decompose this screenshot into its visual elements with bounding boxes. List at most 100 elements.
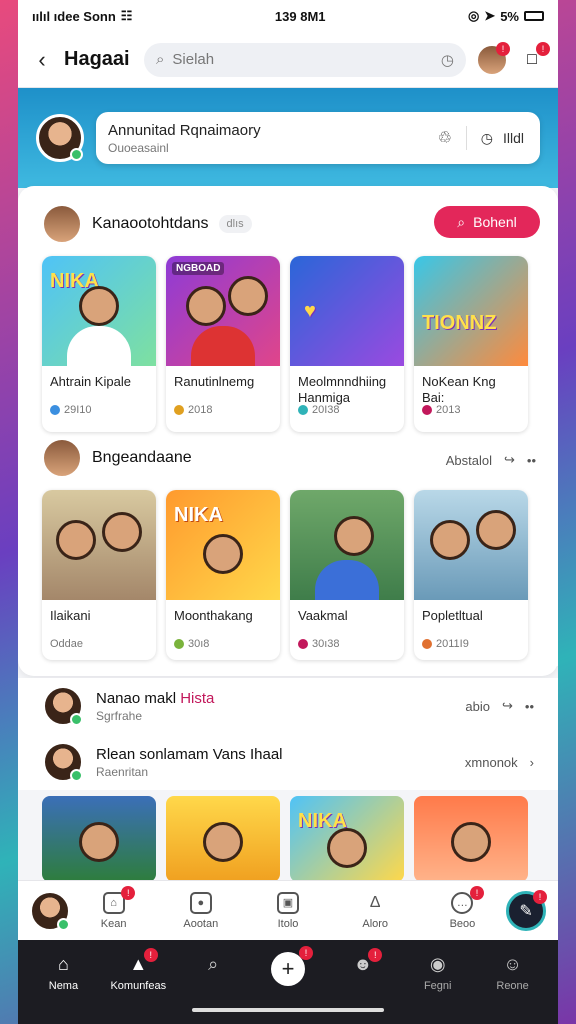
nav-games[interactable]: ◉ Fegni bbox=[400, 952, 475, 993]
location-icon: ➤ bbox=[484, 8, 496, 23]
nav-create[interactable]: +! bbox=[251, 946, 326, 986]
tab-label: Kean bbox=[100, 917, 127, 930]
nav-badge: ! bbox=[143, 948, 158, 962]
user-avatar bbox=[42, 741, 84, 783]
time-label[interactable]: Illdl bbox=[503, 130, 524, 146]
top-bar: ‹ Hagaai ⌕ Sielah ◷ ! □ ! bbox=[18, 32, 558, 88]
tab-photos[interactable]: ▣ Itolo bbox=[244, 891, 331, 930]
status-subtitle: Ouoeasainl bbox=[108, 140, 169, 155]
list-item-title-text: Nanao makl bbox=[96, 689, 181, 707]
card-meta: 30ı38 bbox=[312, 638, 340, 650]
media-card[interactable]: ♥ Meolmnndhiing Hanmiga 20I38 bbox=[290, 256, 404, 432]
share-icon[interactable]: ↪ bbox=[504, 452, 515, 468]
person-image bbox=[79, 286, 119, 326]
more-icon[interactable]: •• bbox=[527, 453, 536, 468]
card-tag: NGBOAD bbox=[172, 262, 225, 275]
person-image bbox=[186, 286, 226, 326]
card-thumbnail: NIKA bbox=[166, 490, 280, 600]
section-title: Kanaootohtdans bbox=[92, 215, 209, 232]
media-thumbnail[interactable] bbox=[414, 796, 528, 882]
tab-activity[interactable]: ∆ Aloro bbox=[332, 892, 419, 930]
card-title: Popletltual bbox=[422, 608, 483, 623]
meta-icon bbox=[298, 405, 308, 415]
person-icon: ☺ bbox=[503, 953, 522, 974]
divider bbox=[465, 126, 467, 150]
alarm-icon: ◎ bbox=[467, 8, 480, 23]
person-image bbox=[451, 822, 491, 862]
compose-button[interactable]: ✎ ! bbox=[506, 889, 548, 931]
search-icon: ⌕ bbox=[156, 51, 165, 68]
status-card[interactable]: Annunitad Rqnaimaory Ouoeasainl ♲ ◷ Illd… bbox=[96, 112, 540, 164]
nav-explore[interactable]: ⌕ bbox=[176, 952, 251, 976]
section-avatar bbox=[42, 438, 82, 478]
list-item-title: Rlean sonlamam Vans Ihaal bbox=[96, 745, 283, 763]
nav-label: Reone bbox=[496, 980, 529, 992]
media-thumbnail[interactable] bbox=[166, 796, 280, 882]
home-indicator[interactable] bbox=[192, 1008, 384, 1012]
card-meta: 2013 bbox=[436, 404, 461, 416]
tab-label: Beoo bbox=[449, 917, 476, 930]
tab-messages[interactable]: … Beoo ! bbox=[419, 885, 506, 930]
app-screen: ıılıl ıdee Sonn ☷ 139 8M1 ◎ ➤ 5% ‹ Hagaa… bbox=[18, 0, 558, 1024]
card-thumbnail: NGBOAD bbox=[166, 256, 280, 366]
media-card[interactable]: TIONNZ NoKean Kng Bai: 2013 bbox=[414, 256, 528, 432]
card-title: Ranutinlnemg bbox=[174, 374, 255, 389]
search-input[interactable]: ⌕ Sielah ◷ bbox=[144, 42, 466, 77]
nav-label: Komunfeas bbox=[110, 980, 167, 992]
card-thumbnail: NIKA bbox=[42, 256, 156, 366]
group-card[interactable]: Vaakmal 30ı38 bbox=[290, 490, 404, 660]
photo-icon: ▣ bbox=[277, 891, 299, 914]
list-item[interactable]: Rlean sonlamam Vans Ihaal Raenritan xmno… bbox=[18, 734, 558, 790]
profile-avatar[interactable] bbox=[30, 890, 70, 931]
person-image bbox=[327, 828, 367, 868]
card-thumbnail: ♥ bbox=[290, 256, 404, 366]
clock-icon: ◷ bbox=[480, 129, 493, 146]
media-card[interactable]: NIKA Ahtrain Kipale 29I10 bbox=[42, 256, 156, 432]
nav-reactions[interactable]: ☻ ! bbox=[325, 948, 400, 976]
card-title: Vaakmal bbox=[298, 608, 348, 623]
thumb-art-text: ♥ bbox=[304, 300, 316, 322]
primary-action-button[interactable]: ⌕ Bohenl bbox=[434, 206, 540, 238]
hero-banner: Annunitad Rqnaimaory Ouoeasainl ♲ ◷ Illd… bbox=[18, 88, 558, 188]
media-thumbnail[interactable] bbox=[42, 796, 156, 882]
list-item-action[interactable]: abio bbox=[465, 699, 490, 714]
nav-profile[interactable]: ☺ Reone bbox=[475, 952, 550, 993]
media-thumbnail[interactable]: NIKA bbox=[290, 796, 404, 882]
tab-home[interactable]: ⌂ Kean ! bbox=[70, 885, 157, 930]
nav-badge: ! bbox=[368, 948, 383, 962]
list-item[interactable]: Nanao makl Hista Sgrfrahe abio ↪ •• bbox=[18, 678, 558, 734]
group-card[interactable]: Popletltual 2011I9 bbox=[414, 490, 528, 660]
tab-badge: ! bbox=[470, 885, 485, 900]
nav-community[interactable]: ▲ Komunfeas ! bbox=[101, 948, 176, 992]
profile-avatar[interactable]: ! bbox=[476, 41, 510, 76]
media-card[interactable]: NGBOAD Ranutinlnemg 2018 bbox=[166, 256, 280, 432]
activity-icon: ∆ bbox=[370, 893, 381, 911]
tab-account[interactable]: ● Aootan bbox=[157, 891, 244, 930]
person-image bbox=[203, 534, 243, 574]
online-indicator bbox=[70, 148, 83, 161]
chevron-right-icon[interactable]: › bbox=[530, 755, 534, 770]
tab-label: Aloro bbox=[362, 917, 389, 930]
meta-icon bbox=[298, 639, 308, 649]
bell-icon[interactable]: ♲ bbox=[434, 128, 456, 148]
list-item-subtitle: Sgrfrahe bbox=[96, 708, 143, 723]
search-icon: ⌕ bbox=[457, 213, 466, 230]
tab-bar: ⌂ Kean ! ● Aootan ▣ Itolo ∆ Aloro … Beoo… bbox=[18, 880, 558, 940]
timer-icon[interactable]: ◷ bbox=[441, 51, 454, 69]
back-arrow-icon[interactable]: ‹ bbox=[30, 47, 54, 72]
group-card[interactable]: NIKA Moonthakang 30ı8 bbox=[166, 490, 280, 660]
card-meta: Oddae bbox=[50, 638, 84, 650]
wifi-icon: ☷ bbox=[120, 8, 133, 23]
user-avatar[interactable] bbox=[36, 114, 84, 162]
see-all-link[interactable]: Abstalol bbox=[446, 453, 492, 468]
share-icon[interactable]: ↪ bbox=[502, 698, 513, 714]
group-card[interactable]: Ilaikani Oddae bbox=[42, 490, 156, 660]
more-icon[interactable]: •• bbox=[525, 699, 534, 714]
card-title: Meolmnndhiing Hanmiga bbox=[298, 374, 387, 405]
person-image bbox=[79, 822, 119, 862]
list-item-action[interactable]: xmnonok bbox=[465, 755, 518, 770]
card-thumbnail: TIONNZ bbox=[414, 256, 528, 366]
inbox-icon[interactable]: □ ! bbox=[518, 41, 550, 74]
card-meta: 2018 bbox=[188, 404, 213, 416]
nav-home[interactable]: ⌂ Nema bbox=[26, 952, 101, 993]
